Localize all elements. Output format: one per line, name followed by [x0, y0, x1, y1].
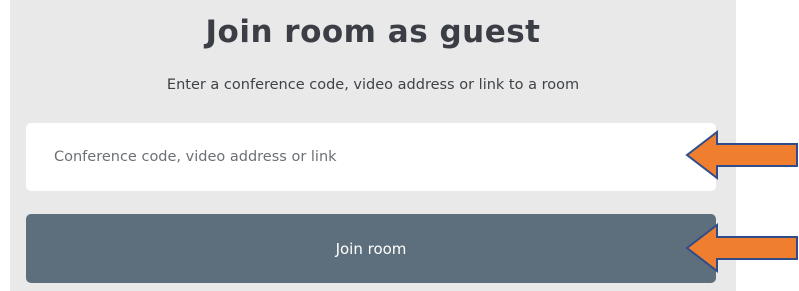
- left-arrow-icon: [685, 222, 798, 274]
- left-arrow-icon: [685, 129, 798, 181]
- conference-code-input[interactable]: [26, 123, 716, 191]
- page-title: Join room as guest: [205, 14, 541, 50]
- page-subtitle: Enter a conference code, video address o…: [166, 77, 580, 93]
- join-room-button[interactable]: Join room: [26, 214, 716, 283]
